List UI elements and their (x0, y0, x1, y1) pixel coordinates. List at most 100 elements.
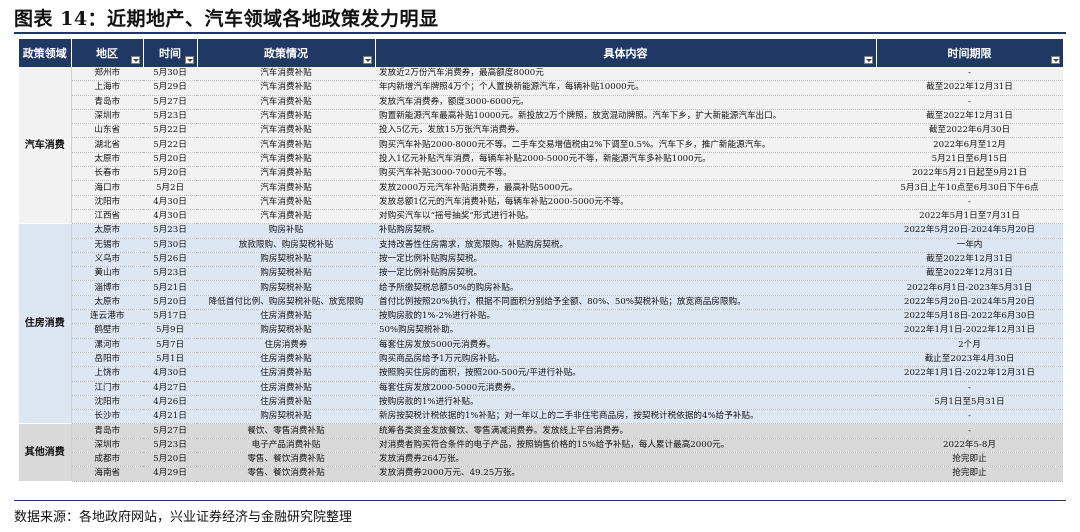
policy-field-cell: 住房消费 (19, 223, 72, 425)
filter-dropdown-icon[interactable] (130, 56, 140, 64)
region-cell: 海口市 (71, 180, 143, 196)
period-cell: - (876, 409, 1063, 425)
region-cell: 郑州市 (71, 67, 143, 82)
date-cell: 5月9日 (143, 323, 197, 339)
date-cell: 5月27日 (143, 423, 197, 439)
policy-cell: 汽车消费补贴 (197, 123, 375, 139)
content-cell: 发放总额1亿元的汽车消费补贴，每辆车补贴2000-5000元不等。 (375, 195, 876, 210)
table-row: 长春市 5月20日 汽车消费补贴 购买汽车补贴3000-7000元不等。 2022年5月… (19, 166, 1063, 182)
period-cell: - (876, 195, 1063, 210)
region-cell: 青岛市 (71, 423, 143, 439)
period-cell: 5月1日至5月31日 (876, 395, 1063, 411)
table-row: 沈阳市 4月26日 住房消费补贴 按购房款的1%进行补贴。 5月1日至5月31日 (19, 395, 1063, 411)
date-cell: 5月20日 (143, 452, 197, 468)
policy-cell: 汽车消费补贴 (197, 195, 375, 210)
content-cell: 统筹各类资金发放餐饮、零售满减消费券。发放线上平台消费券。 (375, 423, 876, 439)
content-cell: 每套住房发放5000元消费券。 (375, 338, 876, 353)
policy-cell: 降低首付比例、购房契税补贴、放宽限购 (197, 295, 375, 311)
filter-dropdown-icon[interactable] (863, 56, 873, 64)
content-cell: 发放消费券264万张。 (375, 452, 876, 468)
region-cell: 深圳市 (71, 109, 143, 125)
filter-dropdown-icon[interactable] (1050, 56, 1060, 64)
content-cell: 50%购房契税补助。 (375, 323, 876, 339)
region-cell: 长沙市 (71, 409, 143, 425)
period-cell: 2022年5-8月 (876, 438, 1063, 454)
table-row: 深圳市 5月23日 电子产品消费补贴 对消费者购买符合条件的电子产品，按照销售价格的1… (19, 438, 1063, 454)
content-cell: 发放消费券2000万元、49.25万张。 (375, 466, 876, 482)
region-cell: 漯河市 (71, 338, 143, 353)
region-cell: 淄博市 (71, 280, 143, 296)
date-cell: 5月20日 (143, 295, 197, 311)
content-cell: 购买汽车补贴2000-8000元不等。二手车交易增值税由2%下调至0.5%。汽车… (375, 137, 876, 153)
region-cell: 江门市 (71, 381, 143, 396)
table-row: 太原市 5月20日 汽车消费补贴 投入1亿元补贴汽车消费，每辆车补贴2000-5000… (19, 152, 1063, 168)
period-cell: 截止至2023年4月30日 (876, 352, 1063, 368)
title-divider (14, 32, 1066, 34)
region-cell: 连云港市 (71, 309, 143, 325)
filter-dropdown-icon[interactable] (362, 56, 372, 64)
data-source-note: 数据来源：各地政府网站，兴业证券经济与金融研究院整理 (14, 510, 353, 525)
date-cell: 5月27日 (143, 95, 197, 110)
date-cell: 5月22日 (143, 137, 197, 153)
date-cell: 4月27日 (143, 381, 197, 396)
table-row: 山东省 5月22日 汽车消费补贴 投入5亿元，发放15万张汽车消费券。 截至2022年6… (19, 123, 1063, 139)
bottom-divider (14, 500, 1066, 501)
date-cell: 4月30日 (143, 366, 197, 382)
policy-cell: 汽车消费补贴 (197, 209, 375, 225)
content-cell: 对购买汽车以“摇号抽奖”形式进行补贴。 (375, 209, 876, 225)
date-cell: 5月23日 (143, 438, 197, 454)
period-cell: 抢完即止 (876, 466, 1063, 482)
table-row: 住房消费 太原市 5月23日 购房补贴 补贴购房契税。 2022年5月20日-2024年5… (19, 223, 1063, 425)
date-cell: 4月21日 (143, 409, 197, 425)
date-cell: 5月23日 (143, 266, 197, 282)
period-cell: 2022年5月20日-2024年5月20日 (876, 223, 1063, 239)
table-row: 义乌市 5月26日 购房契税补贴 按一定比例补贴购房契税。 截至2022年12月31日 (19, 252, 1063, 268)
period-cell: 2022年5月18日-2022年6月30日 (876, 309, 1063, 325)
content-cell: 按一定比例补贴购房契税。 (375, 266, 876, 282)
header-policy: 政策情况 (197, 39, 376, 67)
policy-cell: 住房消费券 (197, 338, 375, 353)
policy-cell: 餐饮、零售消费补贴 (197, 423, 375, 439)
policy-cell: 汽车消费补贴 (197, 67, 375, 82)
table-row: 江西省 4月30日 汽车消费补贴 对购买汽车以“摇号抽奖”形式进行补贴。 2022年5月… (19, 209, 1063, 225)
date-cell: 5月20日 (143, 152, 197, 168)
period-cell: 2022年1月1日-2022年12月31日 (876, 366, 1063, 382)
policy-cell: 住房消费补贴 (197, 381, 375, 396)
region-cell: 鹤壁市 (71, 323, 143, 339)
policy-table: 政策领域 地区 时间 政策情况 具体内容 时间期限 汽车消费 郑州市 5月30日 汽车… (19, 39, 1064, 482)
policy-cell: 电子产品消费补贴 (197, 438, 375, 454)
content-cell: 每套住房发放2000-5000元消费券。 (375, 381, 876, 396)
date-cell: 4月29日 (143, 466, 197, 482)
table-row: 上海市 5月29日 汽车消费补贴 年内新增汽车牌照4万个；个人置换新能源汽车，每辆补贴… (19, 80, 1063, 96)
content-cell: 发放近2万份汽车消费券，最高额度8000元 (375, 67, 876, 82)
header-content: 具体内容 (375, 39, 877, 67)
period-cell: 抢完即止 (876, 452, 1063, 468)
period-cell: 2022年6月1日-2023年5月31日 (876, 280, 1063, 296)
date-cell: 5月7日 (143, 338, 197, 353)
region-cell: 黄山市 (71, 266, 143, 282)
table-row: 太原市 5月20日 降低首付比例、购房契税补贴、放宽限购 首付比例按照20%执行，根据… (19, 295, 1063, 311)
policy-cell: 放款限购、购房契税补贴 (197, 238, 375, 253)
region-cell: 海南省 (71, 466, 143, 482)
region-cell: 沈阳市 (71, 195, 143, 210)
period-cell: 2022年1月1日-2022年12月31日 (876, 323, 1063, 339)
policy-cell: 住房消费补贴 (197, 395, 375, 411)
region-cell: 上海市 (71, 80, 143, 96)
region-cell: 江西省 (71, 209, 143, 225)
policy-cell: 住房消费补贴 (197, 366, 375, 382)
filter-dropdown-icon[interactable] (184, 56, 194, 64)
region-cell: 岳阳市 (71, 352, 143, 368)
date-cell: 5月17日 (143, 309, 197, 325)
region-cell: 山东省 (71, 123, 143, 139)
table-row: 连云港市 5月17日 住房消费补贴 按购房款的1%-2%进行补贴。 2022年5月18日… (19, 309, 1063, 325)
date-cell: 5月20日 (143, 166, 197, 182)
table-row: 鹤壁市 5月9日 购房契税补贴 50%购房契税补助。 2022年1月1日-2022年12… (19, 323, 1063, 339)
region-cell: 上饶市 (71, 366, 143, 382)
table-row: 海南省 4月29日 零售、餐饮消费补贴 发放消费券2000万元、49.25万张。 抢完即… (19, 466, 1063, 482)
date-cell: 5月22日 (143, 123, 197, 139)
period-cell: - (876, 67, 1063, 82)
period-cell: 2022年5月20日-2024年5月20日 (876, 295, 1063, 311)
period-cell: 截至2022年12月31日 (876, 80, 1063, 96)
period-cell: - (876, 423, 1063, 439)
content-cell: 投入1亿元补贴汽车消费，每辆车补贴2000-5000元不等，新能源汽车多补贴10… (375, 152, 876, 168)
